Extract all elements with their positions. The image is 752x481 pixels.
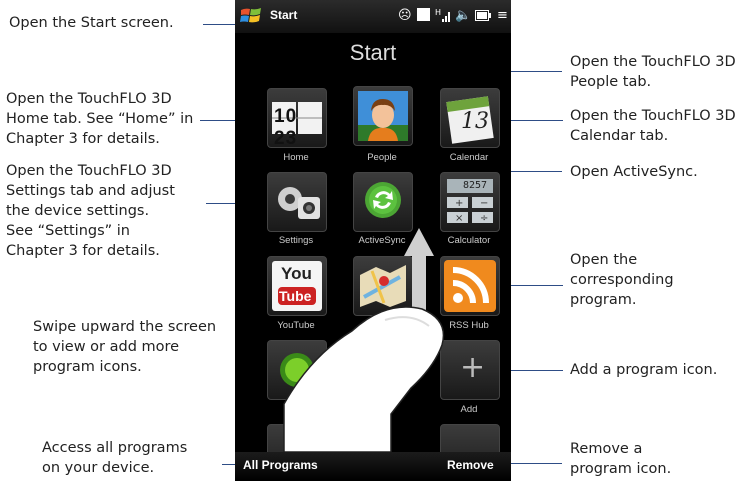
callout-remove: Remove a program icon. <box>570 441 672 477</box>
phone-screen: Start ☹ H 🔈 ≡ Start 10 23 Home People 13… <box>235 0 511 481</box>
callout-settings: Open the TouchFLO 3D Settings tab and ad… <box>6 163 175 259</box>
remove-button[interactable]: Remove <box>447 458 494 472</box>
callout-all-programs: Access all programs on your device. <box>42 440 188 476</box>
swipe-up-arrow-icon <box>404 228 434 318</box>
all-programs-button[interactable]: All Programs <box>243 458 318 472</box>
callout-start: Open the Start screen. <box>9 15 174 31</box>
callout-people: Open the TouchFLO 3D People tab. <box>570 54 736 90</box>
swipe-gesture-overlay <box>283 228 445 453</box>
finger-icon <box>283 306 445 453</box>
callout-program: Open the corresponding program. <box>570 252 674 308</box>
callout-add: Add a program icon. <box>570 362 718 378</box>
callout-activesync: Open ActiveSync. <box>570 164 698 180</box>
callout-calendar: Open the TouchFLO 3D Calendar tab. <box>570 108 736 144</box>
callout-swipe: Swipe upward the screen to view or add m… <box>33 319 217 375</box>
callout-home: Open the TouchFLO 3D Home tab. See “Home… <box>6 91 194 147</box>
